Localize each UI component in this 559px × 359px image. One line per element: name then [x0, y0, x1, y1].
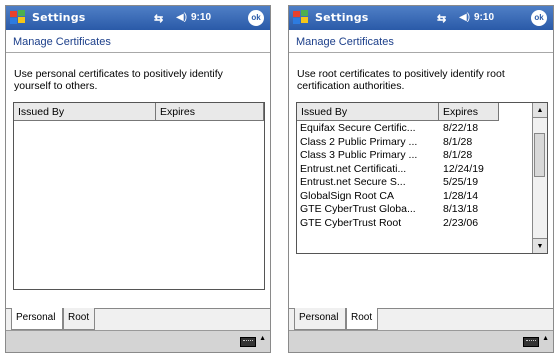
cell-expires: 1/28/14	[443, 189, 479, 202]
title-bar: Settings ⇆ ◀) 9:10 ok	[6, 6, 270, 30]
page-title: Manage Certificates	[296, 36, 394, 48]
scroll-up-arrow-icon[interactable]: ▲	[533, 103, 547, 118]
table-row[interactable]: GTE CyberTrust Root 2/23/06	[297, 217, 521, 231]
title-bar: Settings ⇆ ◀) 9:10 ok	[289, 6, 553, 30]
input-panel-arrow-icon[interactable]: ▲	[542, 335, 549, 342]
input-panel-arrow-icon[interactable]: ▲	[259, 335, 266, 342]
cell-expires: 8/1/28	[443, 149, 473, 161]
screen-root: Settings ⇆ ◀) 9:10 ok Manage Certificate…	[288, 5, 554, 353]
connectivity-icon[interactable]: ⇆	[154, 12, 163, 25]
cell-issued-by: Class 3 Public Primary ...	[300, 149, 418, 161]
cell-issued-by: Class 2 Public Primary ...	[300, 135, 418, 148]
speaker-icon[interactable]: ◀)	[176, 12, 187, 23]
certificate-list[interactable]: Issued By Expires	[13, 102, 265, 290]
tab-strip: Personal Root	[289, 308, 553, 330]
cell-expires: 2/23/06	[443, 216, 479, 229]
certificate-rows: Equifax Secure Certific... 8/22/18 Class 2…	[297, 122, 521, 230]
windows-flag-icon[interactable]	[292, 9, 310, 27]
tab-strip: Personal Root	[6, 308, 270, 330]
cell-expires: 8/13/18	[443, 203, 479, 215]
description-text: Use root certificates to positively iden…	[297, 68, 505, 92]
ok-button[interactable]: ok	[248, 10, 264, 26]
cell-issued-by: GlobalSign Root CA	[300, 189, 394, 202]
clock[interactable]: 9:10	[474, 12, 494, 23]
keyboard-icon[interactable]	[523, 337, 539, 347]
screen-personal: Settings ⇆ ◀) 9:10 ok Manage Certificate…	[5, 5, 271, 353]
table-row[interactable]: GlobalSign Root CA 1/28/14	[297, 190, 521, 204]
column-header-issued-by[interactable]: Issued By	[297, 103, 439, 121]
description-text: Use personal certificates to positively …	[14, 68, 223, 92]
tab-personal[interactable]: Personal	[11, 308, 63, 330]
column-header-expires[interactable]: Expires	[156, 103, 264, 121]
connectivity-icon[interactable]: ⇆	[437, 12, 446, 25]
table-row[interactable]: GTE CyberTrust Globa... 8/13/18	[297, 203, 521, 217]
column-header-issued-by[interactable]: Issued By	[14, 103, 156, 121]
app-title: Settings	[315, 11, 369, 24]
cell-issued-by: Entrust.net Certificati...	[300, 162, 407, 175]
clock[interactable]: 9:10	[191, 12, 211, 23]
cell-expires: 8/22/18	[443, 122, 479, 134]
cell-expires: 8/1/28	[443, 135, 473, 148]
speaker-icon[interactable]: ◀)	[459, 12, 470, 23]
table-row[interactable]: Entrust.net Certificati... 12/24/19	[297, 163, 521, 177]
cell-issued-by: GTE CyberTrust Root	[300, 216, 402, 229]
cell-issued-by: Equifax Secure Certific...	[300, 122, 416, 134]
page-header: Manage Certificates	[289, 30, 553, 53]
scroll-thumb[interactable]	[534, 133, 545, 177]
menu-bar: ▲	[6, 330, 270, 352]
cell-expires: 5/25/19	[443, 176, 479, 188]
tab-root[interactable]: Root	[63, 308, 95, 330]
cell-issued-by: Entrust.net Secure S...	[300, 176, 406, 188]
windows-flag-icon[interactable]	[9, 9, 27, 27]
certificate-list[interactable]: Issued By Expires Equifax Secure Certifi…	[296, 102, 548, 254]
keyboard-icon[interactable]	[240, 337, 256, 347]
menu-bar: ▲	[289, 330, 553, 352]
page-title: Manage Certificates	[13, 36, 111, 48]
table-row[interactable]: Equifax Secure Certific... 8/22/18	[297, 122, 521, 136]
table-row[interactable]: Class 2 Public Primary ... 8/1/28	[297, 136, 521, 150]
cell-expires: 12/24/19	[443, 162, 484, 175]
ok-button[interactable]: ok	[531, 10, 547, 26]
scroll-down-arrow-icon[interactable]: ▼	[533, 238, 547, 253]
tab-personal[interactable]: Personal	[294, 308, 346, 330]
table-row[interactable]: Entrust.net Secure S... 5/25/19	[297, 176, 521, 190]
page-header: Manage Certificates	[6, 30, 270, 53]
cell-issued-by: GTE CyberTrust Globa...	[300, 203, 416, 215]
table-row[interactable]: Class 3 Public Primary ... 8/1/28	[297, 149, 521, 163]
app-title: Settings	[32, 11, 86, 24]
tab-root[interactable]: Root	[346, 308, 378, 330]
column-header-expires[interactable]: Expires	[439, 103, 499, 121]
vertical-scrollbar[interactable]: ▲ ▼	[532, 103, 547, 253]
